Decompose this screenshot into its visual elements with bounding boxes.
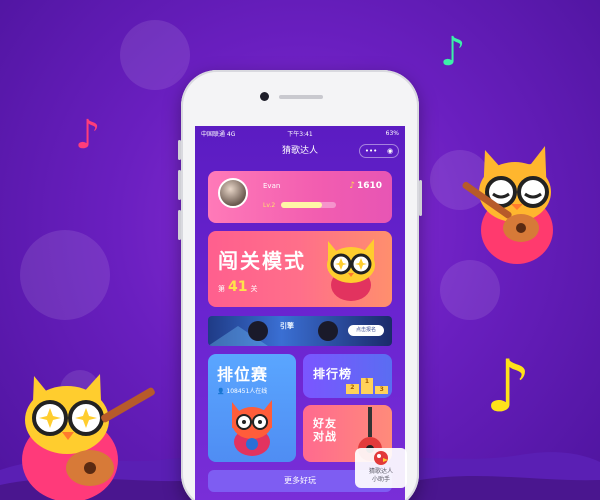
online-count: 👤 108451人在线 bbox=[217, 386, 267, 395]
music-note-icon: ♪ bbox=[349, 181, 355, 191]
podium-icon: 2 1 3 bbox=[346, 378, 389, 394]
status-battery: 63% bbox=[385, 129, 399, 137]
parrot-icon bbox=[374, 451, 388, 465]
level-progress-bar bbox=[281, 202, 336, 208]
score-value: 1610 bbox=[356, 181, 382, 191]
friend-battle-line1: 好友 bbox=[313, 417, 337, 430]
assistant-line2: 小助手 bbox=[371, 476, 390, 483]
online-count-text: 108451人在线 bbox=[226, 388, 268, 395]
phone-camera bbox=[260, 92, 269, 101]
phone-screen: 中国联通 4G 下午3:41 63% 猜歌达人 ••• ◉ Evan Lv.2 … bbox=[195, 126, 405, 500]
music-note-icon: ♪ bbox=[440, 29, 466, 75]
status-time: 下午3:41 bbox=[287, 130, 313, 138]
phone-side-button bbox=[178, 210, 181, 240]
stage-suffix: 关 bbox=[250, 285, 258, 293]
score-display: ♪ 1610 bbox=[349, 181, 382, 191]
user-icon: 👤 bbox=[217, 388, 225, 395]
ranked-title: 排位赛 bbox=[217, 365, 269, 384]
phone-frame: 中国联通 4G 下午3:41 63% 猜歌达人 ••• ◉ Evan Lv.2 … bbox=[178, 70, 422, 500]
friend-battle-title: 好友 对战 bbox=[313, 417, 337, 443]
challenge-stage: 第 41 关 bbox=[218, 279, 257, 295]
podium-third: 3 bbox=[375, 386, 389, 394]
banner-signup-button[interactable]: 点击报名 bbox=[348, 325, 384, 336]
assistant-label: 猜歌达人 小助手 bbox=[359, 468, 403, 484]
assistant-line1: 猜歌达人 bbox=[368, 468, 393, 475]
status-bar: 中国联通 4G 下午3:41 63% bbox=[195, 126, 405, 140]
stage-number: 41 bbox=[228, 279, 248, 295]
phone-side-button bbox=[178, 170, 181, 200]
owl-mascot-left bbox=[22, 374, 155, 500]
close-record-icon[interactable]: ◉ bbox=[387, 147, 393, 155]
podium-second: 2 bbox=[346, 384, 359, 394]
leaderboard-card[interactable]: 排行榜 2 1 3 bbox=[303, 354, 392, 398]
profile-name: Evan bbox=[263, 182, 281, 190]
more-menu-icon[interactable]: ••• bbox=[365, 147, 377, 155]
music-note-icon: ♪ bbox=[75, 112, 101, 158]
podium-first: 1 bbox=[360, 378, 374, 394]
promo-banner[interactable]: 引擎 点击报名 bbox=[208, 316, 392, 346]
stage-prefix: 第 bbox=[218, 285, 225, 293]
phone-speaker bbox=[279, 95, 323, 99]
owl-mascot-ranked bbox=[232, 400, 272, 456]
profile-level: Lv.2 bbox=[263, 202, 276, 209]
background-bubble bbox=[20, 230, 110, 320]
assistant-badge[interactable]: 猜歌达人 小助手 bbox=[355, 448, 407, 488]
challenge-title: 闯关模式 bbox=[218, 249, 306, 273]
friend-battle-line2: 对战 bbox=[313, 430, 337, 443]
status-carrier: 中国联通 4G bbox=[201, 130, 236, 138]
level-progress-fill bbox=[281, 202, 323, 208]
background-bubble bbox=[120, 20, 190, 90]
phone-side-button bbox=[178, 140, 181, 160]
mini-program-capsule[interactable]: ••• ◉ bbox=[359, 144, 399, 158]
challenge-mode-card[interactable]: 闯关模式 第 41 关 bbox=[208, 231, 392, 307]
owl-mascot-challenge bbox=[327, 239, 375, 301]
banner-logo: 引擎 bbox=[280, 322, 294, 330]
avatar[interactable] bbox=[218, 178, 248, 208]
owl-mascot-right bbox=[462, 146, 553, 264]
profile-card[interactable]: Evan Lv.2 ♪ 1610 bbox=[208, 171, 392, 223]
ranked-match-card[interactable]: 排位赛 👤 108451人在线 bbox=[208, 354, 296, 462]
phone-side-button bbox=[419, 180, 422, 216]
